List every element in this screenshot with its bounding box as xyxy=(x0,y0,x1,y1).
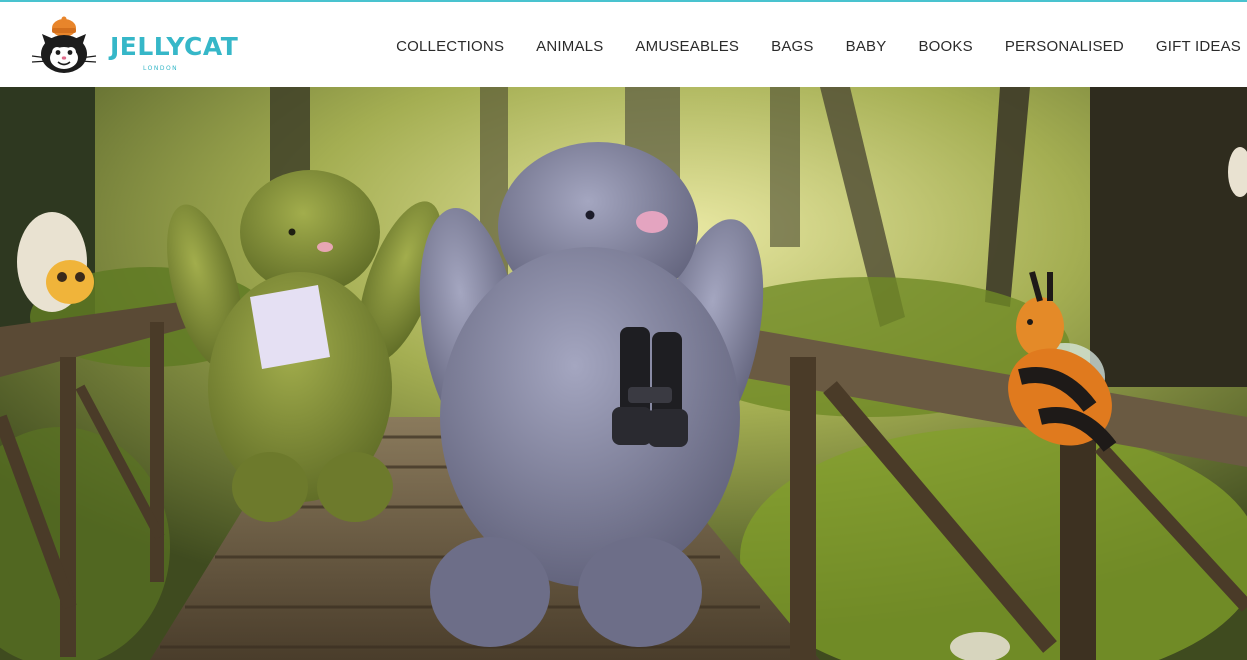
nav-item-personalised[interactable]: PERSONALISED xyxy=(1005,38,1124,55)
tree-trunk xyxy=(1090,87,1247,387)
nav-item-gift-ideas[interactable]: GIFT IDEAS xyxy=(1156,38,1241,55)
bridge-post xyxy=(790,357,816,660)
site-header: JELLYCAT LONDON COLLECTIONS ANIMALS AMUS… xyxy=(0,2,1247,87)
binoculars-icon xyxy=(612,327,688,447)
bridge-post xyxy=(60,357,76,657)
jellycat-logo[interactable]: JELLYCAT LONDON xyxy=(28,14,238,76)
brand-wordmark: JELLYCAT xyxy=(110,32,239,61)
nav-item-bags[interactable]: BAGS xyxy=(771,38,813,55)
nav-item-animals[interactable]: ANIMALS xyxy=(536,38,603,55)
map-paper-icon xyxy=(250,285,330,369)
cat-logo-icon xyxy=(31,16,97,73)
nav-item-books[interactable]: BOOKS xyxy=(918,38,972,55)
nav-item-collections[interactable]: COLLECTIONS xyxy=(396,38,504,55)
hero-scene-image xyxy=(0,87,1247,660)
hero-banner[interactable] xyxy=(0,87,1247,660)
main-navigation: COLLECTIONS ANIMALS AMUSEABLES BAGS BABY… xyxy=(396,38,1241,55)
tree-trunk xyxy=(770,87,800,247)
nav-item-amuseables[interactable]: AMUSEABLES xyxy=(635,38,739,55)
brand-tagline: LONDON xyxy=(143,65,179,72)
nav-item-baby[interactable]: BABY xyxy=(846,38,887,55)
bridge-post xyxy=(150,322,164,582)
